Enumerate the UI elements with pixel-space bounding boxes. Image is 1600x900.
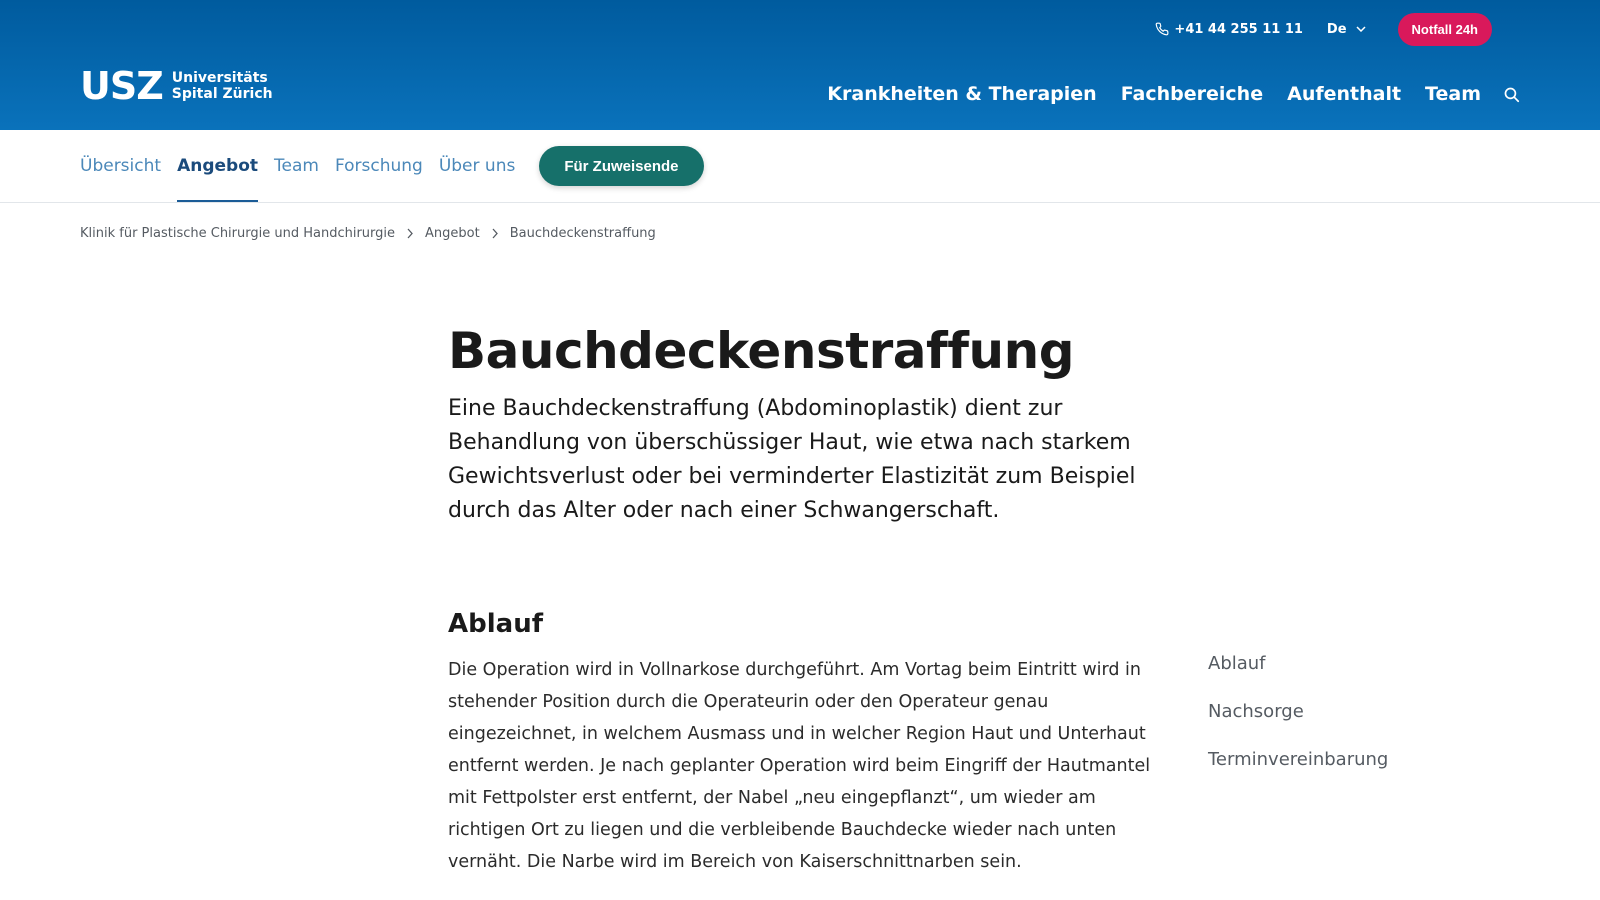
nav-team[interactable]: Team <box>1425 82 1481 106</box>
toc-item-nachsorge[interactable]: Nachsorge <box>1208 700 1388 724</box>
breadcrumb-item-current: Bauchdeckenstraffung <box>509 226 656 241</box>
lead-paragraph: Eine Bauchdeckenstraffung (Abdominoplast… <box>448 396 1136 523</box>
search-button[interactable] <box>1503 86 1520 103</box>
tab-uebersicht[interactable]: Übersicht <box>80 130 161 202</box>
search-icon <box>1504 87 1520 102</box>
phone-link[interactable]: +41 44 255 11 11 <box>1155 22 1303 37</box>
chevron-right-icon <box>407 228 413 239</box>
sub-navigation-items: Übersicht Angebot Team Forschung Über un… <box>80 130 704 202</box>
tab-forschung[interactable]: Forschung <box>335 130 423 202</box>
main-navigation: Krankheiten & Therapien Fachbereiche Auf… <box>803 82 1520 106</box>
language-selector[interactable]: De <box>1327 22 1366 37</box>
tab-angebot[interactable]: Angebot <box>177 130 258 202</box>
section-title-ablauf: Ablauf <box>448 609 544 639</box>
page-title: Bauchdeckenstraffung <box>448 322 1075 380</box>
breadcrumb-item-klinik[interactable]: Klinik für Plastische Chirurgie und Hand… <box>80 226 395 241</box>
site-header: +41 44 255 11 11 De Notfall 24h USZ Univ… <box>0 0 1600 130</box>
main-content: Bauchdeckenstraffung Eine Bauchdeckenstr… <box>448 318 1158 878</box>
toc-item-ablauf[interactable]: Ablauf <box>1208 652 1388 676</box>
breadcrumb: Klinik für Plastische Chirurgie und Hand… <box>80 226 656 241</box>
logo-line-2: Spital Zürich <box>171 86 273 102</box>
logo-line-1: Universitäts <box>171 70 268 86</box>
nav-aufenthalt[interactable]: Aufenthalt <box>1287 82 1401 106</box>
chevron-right-icon <box>492 228 498 239</box>
section-text-ablauf: Die Operation wird in Vollnarkose durchg… <box>448 660 1151 872</box>
chevron-down-icon <box>1356 26 1366 32</box>
tab-team[interactable]: Team <box>274 130 319 202</box>
nav-krankheiten-therapien[interactable]: Krankheiten & Therapien <box>827 82 1096 106</box>
logo-mark: USZ <box>80 64 164 108</box>
toc-item-terminvereinbarung[interactable]: Terminvereinbarung <box>1208 748 1388 772</box>
fuer-zuweisende-button[interactable]: Für Zuweisende <box>539 146 704 186</box>
usz-logo[interactable]: USZ Universitäts Spital Zürich <box>80 64 273 108</box>
phone-icon <box>1156 22 1169 36</box>
breadcrumb-item-angebot[interactable]: Angebot <box>425 226 480 241</box>
language-label: De <box>1326 21 1347 37</box>
tab-ueber-uns[interactable]: Über uns <box>439 130 516 202</box>
table-of-contents: Ablauf Nachsorge Terminvereinbarung <box>1208 652 1388 796</box>
emergency-button[interactable]: Notfall 24h <box>1397 12 1492 46</box>
sub-navigation: Übersicht Angebot Team Forschung Über un… <box>0 130 1600 203</box>
logo-text: Universitäts Spital Zürich <box>172 70 273 102</box>
nav-fachbereiche[interactable]: Fachbereiche <box>1121 82 1263 106</box>
phone-number: +41 44 255 11 11 <box>1174 21 1303 37</box>
utility-bar: +41 44 255 11 11 De Notfall 24h <box>1155 12 1492 46</box>
